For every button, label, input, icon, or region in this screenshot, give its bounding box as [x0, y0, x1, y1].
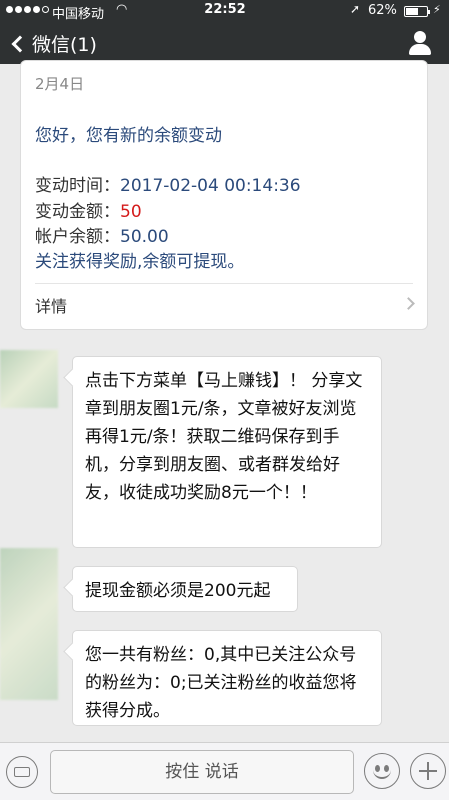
hold-to-talk-button[interactable]: 按住 说话 — [50, 750, 354, 794]
message-bubble[interactable]: 提现金额必须是200元起 — [72, 566, 298, 612]
change-time-row: 变动时间：2017-02-04 00:14:36 — [35, 171, 301, 196]
change-amount-row: 变动金额：50 — [35, 197, 142, 222]
status-time: 22:52 — [204, 2, 246, 17]
balance-change-card[interactable]: 2月4日 您好，您有新的余额变动 变动时间：2017-02-04 00:14:3… — [20, 60, 428, 330]
status-bar: 中国移动 ◠ 22:52 ➚ 62% ⚡ — [0, 0, 449, 22]
person-icon[interactable] — [407, 30, 433, 56]
top-bar: 中国移动 ◠ 22:52 ➚ 62% ⚡ 微信(1) — [0, 0, 449, 64]
message-bubble[interactable]: 您一共有粉丝：0,其中已关注公众号的粉丝为：0;已关注粉丝的收益您将获得分成。 — [72, 630, 382, 726]
card-note: 关注获得奖励,余额可提现。 — [35, 252, 245, 272]
input-bar: 按住 说话 — [0, 742, 449, 800]
chevron-left-icon — [11, 35, 29, 52]
detail-link[interactable]: 详情 — [35, 293, 67, 317]
card-greeting: 您好，您有新的余额变动 — [35, 126, 222, 146]
emoji-icon[interactable] — [364, 753, 400, 789]
battery-icon — [404, 6, 430, 17]
row-value: 50 — [120, 202, 142, 222]
card-date: 2月4日 — [35, 75, 85, 93]
charging-icon: ⚡ — [433, 3, 441, 16]
wifi-icon: ◠ — [116, 2, 128, 17]
back-label: 微信(1) — [32, 34, 97, 56]
carrier-name: 中国移动 — [52, 7, 105, 22]
keyboard-icon[interactable] — [6, 756, 38, 788]
row-value: 2017-02-04 00:14:36 — [120, 176, 301, 196]
avatar[interactable] — [0, 350, 58, 408]
message-bubble[interactable]: 点击下方菜单【马上赚钱】！ 分享文章到朋友圈1元/条，文章被好友浏览再得1元/条… — [72, 356, 382, 548]
row-value: 50.00 — [120, 227, 169, 247]
battery-percent: 62% — [368, 3, 397, 18]
row-label: 变动金额： — [35, 202, 120, 222]
account-balance-row: 帐户余额：50.00 — [35, 222, 169, 247]
back-button[interactable]: 微信(1) — [10, 30, 97, 57]
plus-icon[interactable] — [410, 753, 446, 789]
card-divider — [35, 283, 413, 284]
row-label: 变动时间： — [35, 176, 120, 196]
nav-bar: 微信(1) — [0, 22, 449, 64]
signal-strength-icon — [6, 6, 51, 21]
location-arrow-icon: ➚ — [350, 2, 361, 16]
chevron-right-icon — [402, 297, 415, 310]
avatar[interactable] — [0, 548, 58, 700]
row-label: 帐户余额： — [35, 227, 120, 247]
